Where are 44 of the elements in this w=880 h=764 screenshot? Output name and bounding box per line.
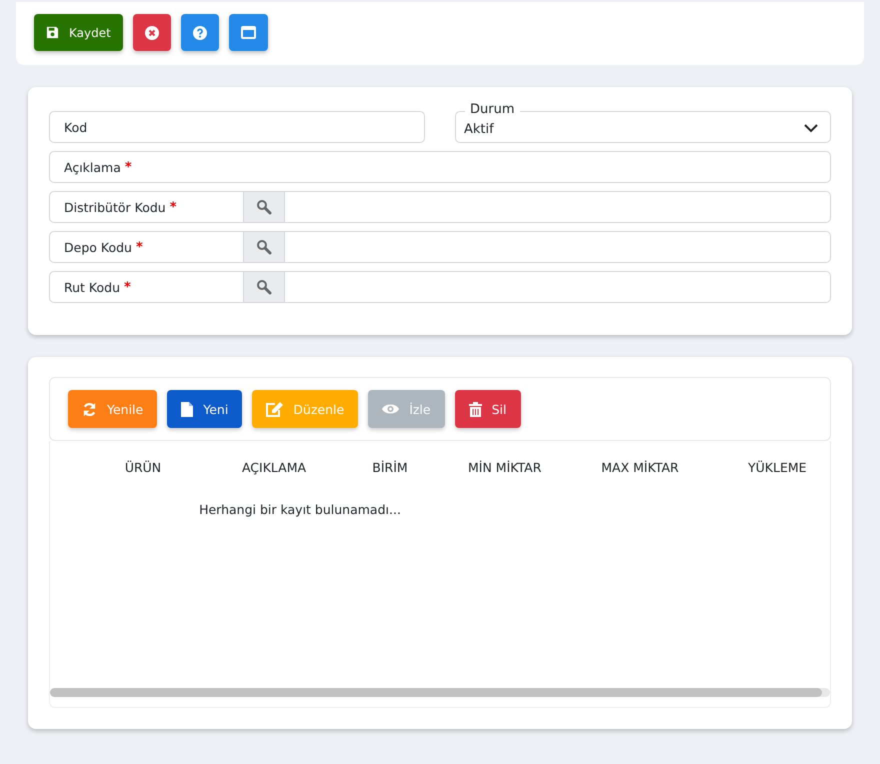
- required-mark: *: [170, 200, 177, 214]
- search-icon: [256, 199, 272, 215]
- window-icon: [240, 26, 256, 39]
- required-mark: *: [124, 160, 132, 174]
- lookup-field[interactable]: Rut Kodu *: [49, 271, 831, 303]
- required-mark: *: [124, 280, 131, 294]
- lookup-field[interactable]: Depo Kodu *: [49, 231, 831, 263]
- column-header: ÜRÜN: [124, 460, 162, 474]
- trash-icon: [468, 402, 482, 416]
- refresh-icon: [82, 402, 97, 416]
- column-header: MAX MİKTAR: [600, 460, 680, 474]
- window-button[interactable]: [228, 14, 268, 51]
- horizontal-scrollbar[interactable]: [50, 688, 830, 697]
- eye-icon: [382, 403, 400, 415]
- column-header: AÇIKLAMA: [240, 460, 308, 474]
- save-icon: [46, 26, 59, 39]
- lookup-field[interactable]: Distribütör Kodu *: [49, 191, 831, 223]
- close-icon: [144, 26, 159, 40]
- empty-message: Herhangi bir kayıt bulunamadı...: [198, 502, 402, 517]
- required-mark: *: [136, 240, 143, 254]
- file-icon: [181, 402, 194, 416]
- column-header: MİN MİKTAR: [468, 460, 540, 474]
- cancel-button[interactable]: [132, 14, 171, 51]
- chevron-down-icon: [804, 124, 818, 133]
- column-header: BİRİM: [371, 460, 409, 474]
- search-button[interactable]: [243, 272, 285, 302]
- help-icon: [192, 26, 207, 40]
- help-button[interactable]: [180, 14, 219, 51]
- save-button[interactable]: Kaydet: [34, 14, 123, 51]
- column-header: YÜKLEME: [747, 460, 808, 474]
- field-label: Açıklama: [64, 160, 121, 174]
- edit-icon: [266, 402, 284, 416]
- delete-button[interactable]: Sil: [454, 390, 520, 428]
- search-icon: [256, 279, 272, 295]
- field-label: Distribütör Kodu: [64, 200, 166, 214]
- input-field[interactable]: Açıklama *: [49, 151, 831, 183]
- search-button[interactable]: [243, 232, 285, 262]
- field-label: Depo Kodu: [64, 240, 132, 254]
- search-icon: [256, 239, 272, 255]
- search-button[interactable]: [243, 192, 285, 222]
- new-button[interactable]: Yeni: [167, 390, 242, 428]
- select-value: Aktif: [464, 122, 494, 137]
- input-field[interactable]: Kod: [49, 111, 425, 143]
- field-label: Rut Kodu: [64, 280, 120, 294]
